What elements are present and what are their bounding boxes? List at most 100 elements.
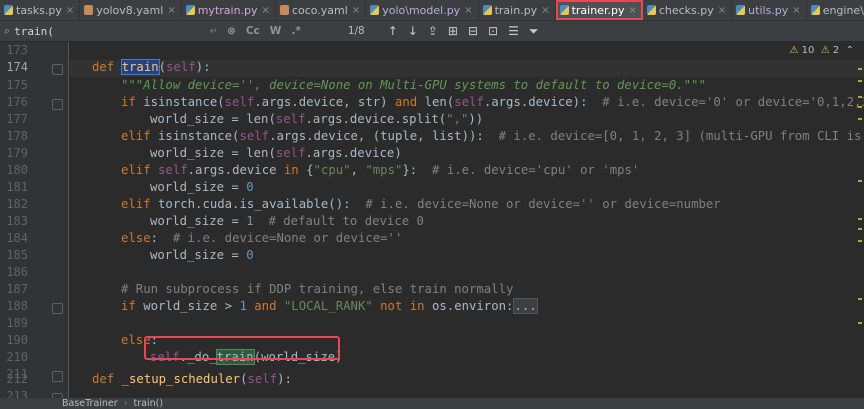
tab-mytrain-py[interactable]: mytrain.py × — [182, 0, 276, 20]
code-line[interactable]: world_size = 0 — [150, 248, 254, 262]
previous-occurrence-icon[interactable]: ↑ — [388, 24, 398, 38]
next-occurrence-icon[interactable]: ↓ — [408, 24, 418, 38]
tab-engine-model-py[interactable]: engine\model.py× — [807, 0, 864, 20]
warning-mark[interactable] — [858, 218, 862, 220]
breadcrumb: BaseTrainer › train() — [0, 398, 864, 409]
fold-toggle-icon[interactable] — [52, 371, 63, 382]
inspection-widget[interactable]: ⚠ 10 ⚠ 2 ⌃ — [789, 45, 854, 56]
find-input[interactable]: ⌕ train( ↵ — [4, 22, 222, 40]
line-number[interactable]: 190 — [0, 333, 28, 347]
filter-icon[interactable]: ⏷ — [529, 24, 539, 39]
code-line[interactable]: # Run subprocess if DDP training, else t… — [121, 282, 513, 296]
line-number[interactable]: 176 — [0, 95, 28, 109]
close-icon[interactable]: × — [464, 5, 472, 16]
tab-label: mytrain.py — [197, 3, 258, 17]
error-stripe[interactable] — [858, 60, 863, 390]
code-line[interactable]: if world_size > 1 and "LOCAL_RANK" not i… — [121, 298, 538, 314]
line-number[interactable]: 178 — [0, 129, 28, 143]
code-line[interactable]: def train(self): — [92, 59, 211, 75]
tab-coco-yaml[interactable]: coco.yaml × — [276, 0, 367, 20]
code-line[interactable]: elif torch.cuda.is_available(): # i.e. d… — [121, 197, 721, 211]
new-line-icon[interactable]: ↵ — [210, 26, 218, 37]
line-number[interactable]: 180 — [0, 163, 28, 177]
warning-mark[interactable] — [858, 80, 862, 82]
close-icon[interactable]: × — [792, 5, 800, 16]
annotation-box — [144, 336, 340, 360]
line-number[interactable]: 210 — [0, 350, 28, 364]
line-number[interactable]: 212 — [0, 372, 28, 386]
fold-toggle-icon[interactable] — [52, 303, 63, 314]
code-line[interactable]: world_size = len(self.args.device) — [150, 146, 402, 160]
line-number[interactable]: 179 — [0, 146, 28, 160]
warning-mark[interactable] — [858, 322, 862, 324]
line-number[interactable]: 177 — [0, 112, 28, 126]
line-number[interactable]: 186 — [0, 265, 28, 279]
warning-mark[interactable] — [858, 298, 862, 300]
close-icon[interactable]: × — [541, 5, 549, 16]
line-number[interactable]: 189 — [0, 316, 28, 330]
warning-mark[interactable] — [858, 68, 862, 70]
line-number[interactable]: 182 — [0, 197, 28, 211]
folded-code-placeholder[interactable]: ... — [513, 298, 538, 314]
breadcrumb-method[interactable]: train() — [134, 398, 164, 409]
tab-trainer-py[interactable]: trainer.py × — [555, 0, 643, 20]
line-number[interactable]: 181 — [0, 180, 28, 194]
find-bar: ⌕ train( ↵ ⊗ Cc W .* 1/8 ↑ ↓ ⇪ ⊞ ⊟ ⊡ ☰ ⏷ — [0, 21, 864, 42]
close-icon[interactable]: × — [718, 5, 726, 16]
tab-train-py[interactable]: train.py × — [479, 0, 556, 20]
code-line[interactable]: world_size = 0 — [150, 180, 254, 194]
fold-toggle-icon[interactable] — [52, 64, 63, 75]
close-icon[interactable]: × — [167, 5, 175, 16]
close-icon[interactable]: × — [352, 5, 360, 16]
breadcrumb-class[interactable]: BaseTrainer — [62, 398, 118, 409]
list-options-icon[interactable]: ☰ — [508, 24, 519, 38]
tab-yolov8-yaml[interactable]: yolov8.yaml × — [80, 0, 182, 20]
code-line[interactable]: if isinstance(self.args.device, str) and… — [121, 95, 864, 109]
line-number[interactable]: 184 — [0, 231, 28, 245]
close-icon[interactable]: × — [262, 5, 270, 16]
editor-tab-bar: tasks.py × yolov8.yaml × mytrain.py × coco.yam… — [0, 0, 864, 21]
line-number[interactable]: 187 — [0, 282, 28, 296]
line-number[interactable]: 183 — [0, 214, 28, 228]
code-editor[interactable]: 173 174 175 176 177 178 179 180 181 182 183 184 185 1… — [0, 42, 864, 398]
tab-label: engine\model.py — [822, 3, 864, 17]
python-file-icon — [559, 5, 569, 15]
warning-mark[interactable] — [858, 228, 862, 230]
line-number[interactable]: 213 — [0, 389, 28, 398]
warning-mark[interactable] — [858, 240, 862, 242]
warning-mark[interactable] — [858, 180, 862, 182]
code-line[interactable]: def _setup_scheduler(self): — [92, 372, 292, 386]
chevron-up-icon[interactable]: ⌃ — [846, 45, 854, 56]
remove-selection-icon[interactable]: ⊟ — [468, 24, 478, 38]
python-file-icon — [370, 5, 380, 15]
close-icon[interactable]: × — [628, 5, 636, 16]
select-all-occurrences-icon[interactable]: ⇪ — [428, 24, 438, 38]
code-line[interactable]: elif self.args.device in {"cpu", "mps"}:… — [121, 163, 639, 177]
code-line[interactable]: """Allow device='', device=None on Multi… — [121, 78, 706, 92]
line-number-gutter: 173 174 175 176 177 178 179 180 181 182 183 184 185 1… — [0, 42, 69, 398]
line-number[interactable]: 188 — [0, 299, 28, 313]
multi-select-icon[interactable]: ⊡ — [488, 24, 498, 38]
close-icon[interactable]: × — [66, 5, 74, 16]
add-selection-icon[interactable]: ⊞ — [448, 24, 458, 38]
tab-tasks-py[interactable]: tasks.py × — [0, 0, 81, 20]
code-line[interactable]: world_size = 1 # default to device 0 — [150, 214, 424, 228]
tab-utils-py[interactable]: utils.py × — [732, 0, 807, 20]
code-line[interactable]: world_size = len(self.args.device.split(… — [150, 112, 483, 126]
tab-yolo-model-py[interactable]: yolo\model.py × — [366, 0, 479, 20]
line-number[interactable]: 174 — [0, 60, 28, 74]
code-line[interactable]: else: # i.e. device=None or device='' — [121, 231, 402, 245]
clear-search-icon[interactable]: ⊗ — [227, 25, 236, 37]
line-number[interactable]: 173 — [0, 43, 28, 57]
regex-toggle[interactable]: .* — [291, 25, 300, 37]
warning-mark[interactable] — [858, 118, 862, 120]
tab-checks-py[interactable]: checks.py × — [643, 0, 733, 20]
fold-toggle-icon[interactable] — [52, 99, 63, 110]
words-toggle[interactable]: W — [270, 25, 282, 37]
code-line[interactable]: elif isinstance(self.args.device, (tuple… — [121, 129, 864, 143]
line-number[interactable]: 185 — [0, 248, 28, 262]
line-number[interactable]: 175 — [0, 78, 28, 92]
function-name: train — [120, 59, 160, 75]
match-case-toggle[interactable]: Cc — [246, 25, 260, 37]
tab-label: coco.yaml — [291, 3, 348, 17]
